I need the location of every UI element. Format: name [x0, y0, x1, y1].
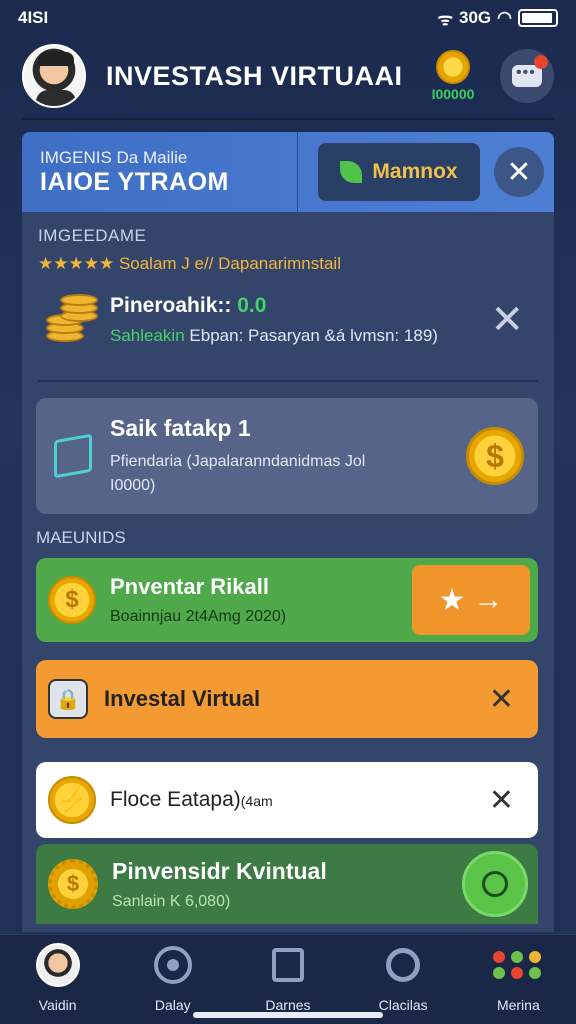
virtual-card-sub: Sanlain K 6,080) — [112, 892, 231, 910]
menu-dots-icon — [493, 951, 543, 979]
reward-go-button[interactable]: ★ → — [412, 565, 530, 635]
avatar-icon — [35, 943, 80, 987]
search-icon — [386, 948, 421, 982]
rating-line: ★★★★★ Soalam J e// Dapanarimnstail — [38, 254, 538, 274]
banner-separator — [297, 132, 298, 212]
app-header: INVESTASH VIRTUAAI I00000 — [0, 40, 576, 112]
status-icons: ᯤ 30G ◠ — [437, 7, 558, 30]
reward-card[interactable]: $ Pnventar Rikall Boainnjau 2t4Amg 2020)… — [36, 558, 538, 642]
box-icon — [54, 433, 92, 479]
signal-icon: ᯤ — [437, 9, 454, 29]
bag-icon — [271, 948, 304, 982]
gear-coin-icon: $ — [48, 859, 98, 909]
section-featured: IMGEEDAME ★★★★★ Soalam J e// Dapanarimns… — [38, 226, 538, 350]
app-title: INVESTASH VIRTUAAI — [106, 60, 403, 91]
divider — [38, 380, 538, 382]
nav-item-search[interactable]: Clacilas — [355, 943, 451, 1013]
free-card[interactable]: ⚡ Floce Eatapa)(4am ✕ — [36, 762, 538, 838]
task-card[interactable]: Saik fatakp 1 Pfiendaria (Japalaranndani… — [36, 398, 538, 514]
coin-icon — [436, 50, 470, 84]
notification-dot — [534, 55, 548, 69]
task-card-sub: Pfiendaria (Japalaranndanidmas Jol I0000… — [110, 452, 366, 494]
leaf-icon — [340, 161, 363, 183]
free-close-button[interactable]: ✕ — [489, 783, 514, 818]
divider — [22, 118, 554, 120]
banner-button-label: Mamnox — [372, 160, 458, 183]
nav-label: Vaidin — [38, 997, 77, 1013]
free-card-title: Floce Eatapa)(4am — [110, 788, 273, 811]
virtual-go-button[interactable] — [462, 851, 528, 917]
reward-card-sub: Boainnjau 2t4Amg 2020) — [110, 608, 287, 625]
banner-title: IAIOE YTRAOM — [40, 167, 229, 196]
status-bar: 4ISI ᯤ 30G ◠ — [0, 0, 576, 36]
disc-icon — [153, 946, 192, 984]
task-card-title: Saik fatakp 1 — [110, 414, 251, 441]
nav-label: Merina — [496, 997, 540, 1013]
coin-stack-icon — [38, 290, 100, 350]
coin-balance[interactable]: I00000 — [418, 50, 488, 102]
star-icon: ★★★★★ — [38, 254, 115, 273]
banner-subtitle: IMGENIS Da Mailie — [40, 147, 188, 167]
virtual-card-title: Pinvensidr Kvintual — [112, 857, 327, 884]
featured-item-value: 0.0 — [237, 294, 267, 317]
chat-button[interactable] — [500, 49, 554, 103]
clock-icon — [482, 871, 508, 897]
dollar-coin-icon: $ — [466, 427, 524, 485]
virtual-card[interactable]: $ Pinvensidr Kvintual Sanlain K 6,080) — [36, 844, 538, 924]
nav-label: Clacilas — [378, 997, 428, 1013]
nav-item-profile[interactable]: Vaidin — [10, 943, 106, 1013]
status-network: 30G — [459, 8, 492, 27]
featured-item-title: Pineroahik:: 0.0 — [110, 294, 267, 317]
featured-item[interactable]: Pineroahik:: 0.0 Sahleakin Ebpan: Pasary… — [38, 290, 538, 350]
star-icon: ★ — [438, 583, 466, 617]
section-label: IMGEEDAME — [38, 226, 147, 245]
invest-card-title: Investal Virtual — [104, 686, 261, 711]
banner-action-button[interactable]: Mamnox — [318, 143, 480, 201]
main-panel: IMGENIS Da Mailie IAIOE YTRAOM Mamnox ✕ … — [22, 132, 554, 932]
section-label: MAEUNIDS — [36, 528, 126, 547]
featured-close-button[interactable]: ✕ — [490, 297, 524, 343]
coin-amount: I00000 — [431, 86, 475, 102]
wifi-icon: ◠ — [497, 8, 512, 27]
nav-item-games[interactable]: Darnes — [240, 943, 336, 1013]
bottom-nav: Vaidin Dalay Darnes Clacilas Merina — [0, 934, 576, 1024]
lightning-coin-icon: ⚡ — [48, 776, 96, 824]
arrow-right-icon: → — [473, 583, 504, 616]
banner-close-button[interactable]: ✕ — [494, 147, 544, 197]
invest-close-button[interactable]: ✕ — [489, 682, 514, 717]
nav-item-daily[interactable]: Dalay — [125, 943, 221, 1013]
nav-label: Darnes — [265, 997, 311, 1013]
nav-label: Dalay — [154, 997, 191, 1013]
banner: IMGENIS Da Mailie IAIOE YTRAOM Mamnox ✕ — [22, 132, 554, 212]
dollar-coin-icon: $ — [48, 576, 96, 624]
reward-card-title: Pnventar Rikall — [110, 574, 269, 599]
free-card-suffix: (4am — [240, 793, 273, 809]
home-indicator[interactable] — [193, 1012, 383, 1018]
nav-item-menu[interactable]: Merina — [470, 943, 566, 1013]
rating-text: Soalam J e// Dapanarimnstail — [118, 254, 341, 273]
avatar[interactable] — [22, 44, 86, 108]
lock-icon: 🔒 — [48, 679, 88, 719]
battery-icon — [518, 9, 558, 27]
status-time: 4ISI — [18, 8, 49, 27]
featured-item-sub: Sahleakin Ebpan: Pasaryan &á lvmsn: 189) — [110, 326, 438, 345]
invest-card[interactable]: 🔒 Investal Virtual ✕ — [36, 660, 538, 738]
